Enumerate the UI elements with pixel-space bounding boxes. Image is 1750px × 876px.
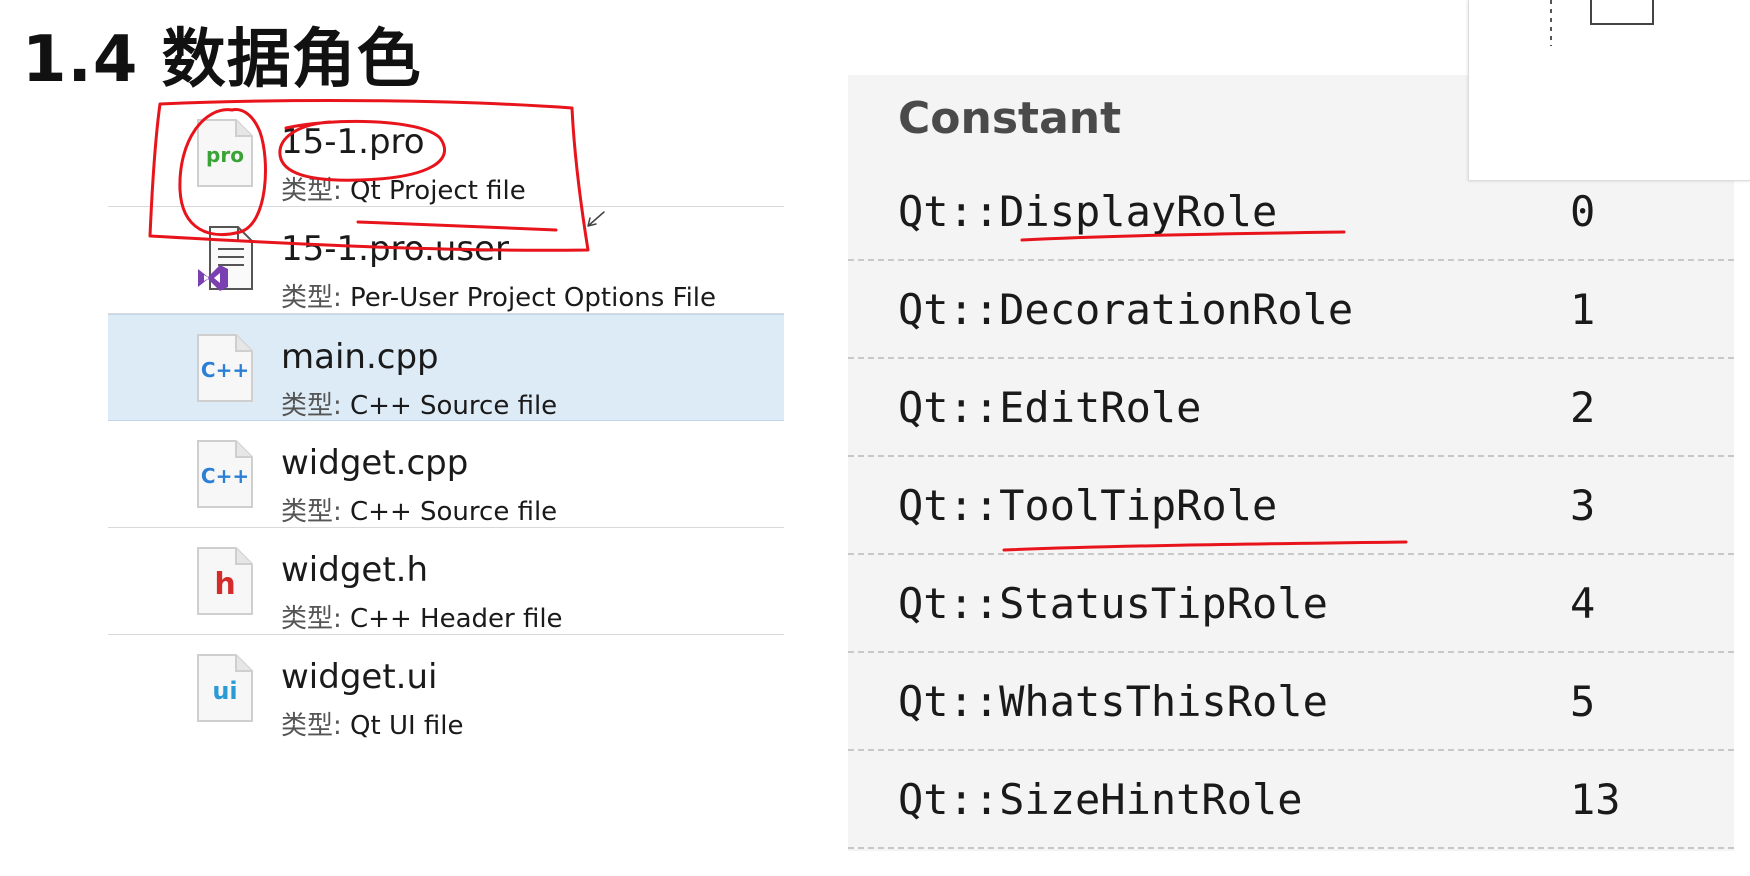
type-value: Qt Project file xyxy=(350,176,526,206)
file-item-widget-ui[interactable]: ui widget.ui 类型: Qt UI file xyxy=(108,635,784,742)
cpp-icon-label: C++ xyxy=(201,358,249,382)
constant-value: 3 xyxy=(1570,481,1596,530)
file-name: widget.cpp xyxy=(281,443,469,483)
file-name: main.cpp xyxy=(281,337,439,377)
type-key: 类型: xyxy=(281,283,342,313)
file-type: 类型: Per-User Project Options File xyxy=(281,277,716,314)
vs-user-file-icon xyxy=(196,225,254,295)
type-value: Qt UI file xyxy=(350,711,464,741)
h-icon-label: h xyxy=(214,567,235,602)
file-name: widget.ui xyxy=(281,657,438,697)
constant-name: Qt::SizeHintRole xyxy=(898,775,1303,824)
type-value: C++ Source file xyxy=(350,391,558,421)
constant-value: 1 xyxy=(1570,285,1596,334)
constant-value: 4 xyxy=(1570,579,1596,628)
cpp-file-icon: C++ xyxy=(196,333,254,403)
table-row: Qt::StatusTipRole 4 xyxy=(848,555,1734,653)
file-name: 15-1.pro.user xyxy=(281,229,509,269)
constant-table: Constant Qt::DisplayRole 0 Qt::Decoratio… xyxy=(848,75,1734,851)
file-name: 15-1.pro xyxy=(281,122,425,162)
constant-name: Qt::EditRole xyxy=(898,383,1202,432)
file-name: widget.h xyxy=(281,550,429,590)
type-value: Per-User Project Options File xyxy=(350,283,717,313)
file-item-widget-h[interactable]: h widget.h 类型: C++ Header file xyxy=(108,528,784,635)
ui-file-icon: ui xyxy=(196,653,254,723)
file-item-main-cpp[interactable]: C++ main.cpp 类型: C++ Source file xyxy=(108,314,784,421)
constant-value: 13 xyxy=(1570,775,1621,824)
type-key: 类型: xyxy=(281,497,342,527)
file-type: 类型: C++ Header file xyxy=(281,598,563,635)
slide-title: 1.4 数据角色 xyxy=(22,23,422,97)
file-type: 类型: C++ Source file xyxy=(281,491,557,528)
file-item-15-1-pro[interactable]: pro 15-1.pro 类型: Qt Project file xyxy=(108,100,784,207)
type-key: 类型: xyxy=(281,391,342,421)
table-row: Qt::EditRole 2 xyxy=(848,359,1734,457)
constant-name: Qt::ToolTipRole xyxy=(898,481,1278,530)
header-file-icon: h xyxy=(196,546,254,616)
constant-name: Qt::StatusTipRole xyxy=(898,579,1328,628)
file-item-widget-cpp[interactable]: C++ widget.cpp 类型: C++ Source file xyxy=(108,421,784,528)
type-key: 类型: xyxy=(281,604,342,634)
table-row: Qt::DecorationRole 1 xyxy=(848,261,1734,359)
constant-name: Qt::DecorationRole xyxy=(898,285,1354,334)
table-header-constant: Constant xyxy=(898,93,1122,144)
pro-file-icon: pro xyxy=(196,118,254,188)
constant-name: Qt::DisplayRole xyxy=(898,187,1278,236)
constant-value: 5 xyxy=(1570,677,1596,726)
table-row: Qt::ToolTipRole 3 xyxy=(848,457,1734,555)
constant-name: Qt::WhatsThisRole xyxy=(898,677,1328,726)
file-type: 类型: Qt UI file xyxy=(281,705,464,742)
file-list: pro 15-1.pro 类型: Qt Project file 15-1.pr… xyxy=(108,100,784,742)
file-type: 类型: C++ Source file xyxy=(281,385,557,422)
type-key: 类型: xyxy=(281,176,342,206)
overlapping-window-fragment xyxy=(1468,0,1750,181)
ui-icon-label: ui xyxy=(212,677,237,705)
cpp-file-icon: C++ xyxy=(196,439,254,509)
constant-value: 2 xyxy=(1570,383,1596,432)
pro-icon-label: pro xyxy=(206,143,244,167)
cpp-icon-label: C++ xyxy=(201,464,249,488)
type-key: 类型: xyxy=(281,711,342,741)
table-row: Qt::SizeHintRole 13 xyxy=(848,751,1734,849)
table-row: Qt::WhatsThisRole 5 xyxy=(848,653,1734,751)
file-type: 类型: Qt Project file xyxy=(281,170,526,207)
type-value: C++ Header file xyxy=(350,604,563,634)
file-item-15-1-pro-user[interactable]: 15-1.pro.user 类型: Per-User Project Optio… xyxy=(108,207,784,314)
constant-value: 0 xyxy=(1570,187,1596,236)
type-value: C++ Source file xyxy=(350,497,558,527)
